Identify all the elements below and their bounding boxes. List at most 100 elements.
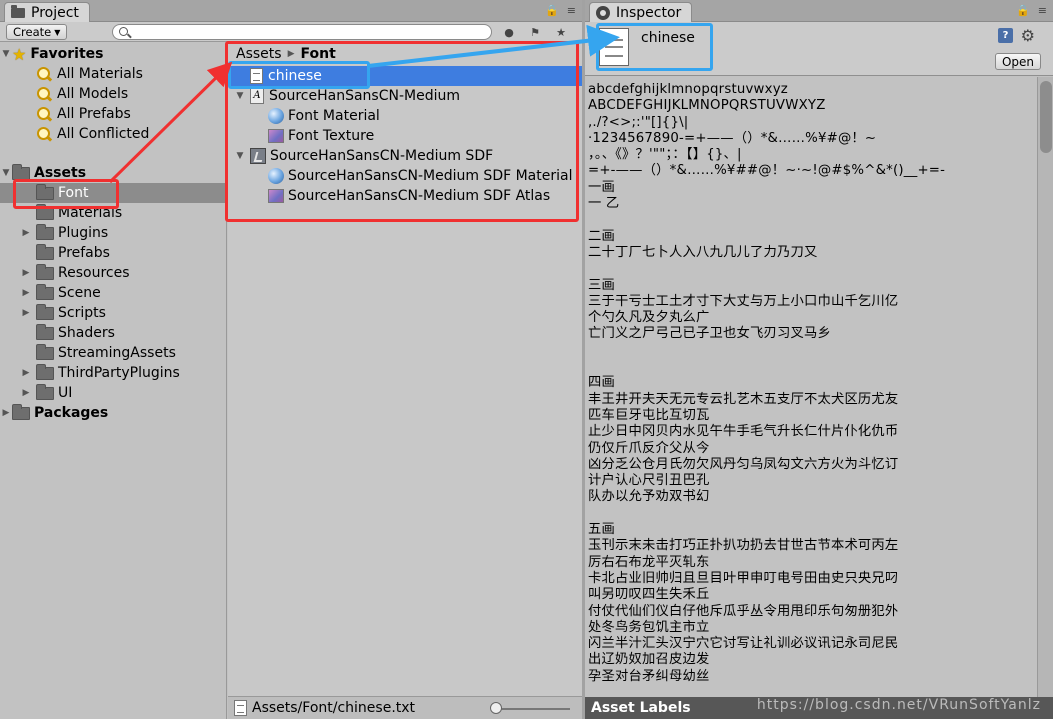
folder-icon [36,363,54,380]
folder-icon [36,323,54,340]
file-item-chinese[interactable]: chinese [228,66,582,86]
text-preview-content: abcdefghijklmnopqrstuvwxyz ABCDEFGHIJKLM… [588,82,946,684]
file-item-font-texture[interactable]: Font Texture [228,126,582,146]
sdf-font-asset-icon [250,148,266,164]
menu-icon[interactable]: ≡ [567,4,576,17]
folder-icon [36,303,54,320]
create-button[interactable]: Create ▼ [6,24,68,40]
text-asset-icon [599,28,629,66]
expand-arrow-icon[interactable]: ▶ [20,388,32,398]
vertical-scrollbar[interactable] [1037,77,1053,697]
breadcrumb-font[interactable]: Font [300,46,335,62]
search-filter-icon [36,106,52,122]
tree-item-label: All Conflicted [57,126,150,142]
tree-item-label: Prefabs [58,245,110,261]
tree-item-assets[interactable]: ▼ Assets [0,163,226,183]
expand-arrow-icon[interactable]: ▼ [234,151,246,161]
file-item-label: Font Material [288,108,380,124]
star-icon: ★ [12,44,27,64]
inspector-tabbar: Inspector 🔒 ≡ [585,0,1053,22]
project-toolbar: Create ▼ ● ⚑ ★ [0,22,582,42]
tree-item-streamingassets[interactable]: StreamingAssets [0,343,226,363]
tab-project-label: Project [31,4,79,21]
expand-arrow-icon[interactable]: ▶ [20,368,32,378]
tree-item-all-materials[interactable]: All Materials [0,64,226,84]
expand-arrow-icon[interactable]: ▼ [0,168,12,178]
tree-item-label: ThirdPartyPlugins [58,365,180,381]
help-icon[interactable]: ? [998,28,1013,43]
breadcrumb-assets[interactable]: Assets [236,46,282,62]
tree-item-scene[interactable]: ▶ Scene [0,283,226,303]
inspector-window: Inspector 🔒 ≡ chinese ? ⚙ Open abcdefghi… [585,0,1053,719]
material-sphere-icon [268,168,284,184]
search-by-type-icon[interactable]: ● [498,24,520,40]
tree-item-all-conflicted[interactable]: All Conflicted [0,124,226,144]
file-item-sdf-material[interactable]: SourceHanSansCN-Medium SDF Material [228,166,582,186]
tree-item-label: Font [58,185,89,201]
search-by-label-icon[interactable]: ⚑ [524,24,546,40]
folder-icon [36,283,54,300]
lock-icon[interactable]: 🔒 [545,4,559,17]
gear-icon[interactable]: ⚙ [1021,26,1035,45]
tree-item-ui[interactable]: ▶ UI [0,383,226,403]
search-icon [119,27,128,36]
tree-item-shaders[interactable]: Shaders [0,323,226,343]
favorites-label: Favorites [30,46,104,62]
tree-item-thirdpartyplugins[interactable]: ▶ ThirdPartyPlugins [0,363,226,383]
search-filter-icon [36,126,52,142]
folder-icon [12,403,30,420]
tree-item-label: All Models [57,86,129,102]
tree-item-label: Scripts [58,305,106,321]
tree-item-packages[interactable]: ▶ Packages [0,403,226,423]
file-item-font[interactable]: ▼ A SourceHanSansCN-Medium [228,86,582,106]
expand-arrow-icon[interactable]: ▶ [0,408,12,418]
lock-icon[interactable]: 🔒 [1016,4,1030,17]
search-filter-icon [36,66,52,82]
tree-item-materials[interactable]: Materials [0,203,226,223]
tab-inspector-label: Inspector [616,4,682,21]
folder-icon [11,4,25,19]
menu-icon[interactable]: ≡ [1038,4,1047,17]
expand-arrow-icon[interactable]: ▼ [234,91,246,101]
open-button[interactable]: Open [994,53,1041,70]
tab-project[interactable]: Project [4,2,90,22]
packages-label: Packages [34,405,109,421]
favorite-star-icon[interactable]: ★ [550,24,572,40]
zoom-slider-handle[interactable] [490,702,502,714]
tab-inspector[interactable]: Inspector [589,2,693,22]
inspector-title: chinese [641,30,695,46]
inspector-icon [596,5,610,20]
search-filter-icon [36,86,52,102]
tree-item-all-models[interactable]: All Models [0,84,226,104]
tree-item-prefabs[interactable]: Prefabs [0,243,226,263]
tree-item-label: StreamingAssets [58,345,176,361]
tree-item-font[interactable]: Font [0,183,226,203]
status-path: Assets/Font/chinese.txt [252,700,416,716]
file-item-font-material[interactable]: Font Material [228,106,582,126]
tree-item-scripts[interactable]: ▶ Scripts [0,303,226,323]
asset-labels-label: Asset Labels [591,700,691,716]
create-button-label: Create [13,25,52,39]
tree-item-plugins[interactable]: ▶ Plugins [0,223,226,243]
expand-arrow-icon[interactable]: ▼ [0,49,12,59]
text-preview: abcdefghijklmnopqrstuvwxyz ABCDEFGHIJKLM… [585,77,1037,697]
tree-item-all-prefabs[interactable]: All Prefabs [0,104,226,124]
expand-arrow-icon[interactable]: ▶ [20,308,32,318]
expand-arrow-icon[interactable]: ▶ [20,268,32,278]
expand-arrow-icon[interactable]: ▶ [20,228,32,238]
scrollbar-thumb[interactable] [1040,81,1052,153]
zoom-slider-track[interactable] [492,708,570,710]
tree-item-resources[interactable]: ▶ Resources [0,263,226,283]
tree-item-favorites[interactable]: ▼ ★ Favorites [0,44,226,64]
file-list: Assets ▶ Font chinese ▼ A SourceHanSansC… [228,42,582,719]
folder-icon [36,343,54,360]
folder-icon [36,263,54,280]
file-item-sdf-atlas[interactable]: SourceHanSansCN-Medium SDF Atlas [228,186,582,206]
breadcrumb: Assets ▶ Font [236,46,336,62]
file-item-sdf[interactable]: ▼ SourceHanSansCN-Medium SDF [228,146,582,166]
tree-item-label: UI [58,385,73,401]
expand-arrow-icon[interactable]: ▶ [20,288,32,298]
search-input[interactable] [112,24,492,40]
folder-icon [36,183,54,200]
folder-icon [36,383,54,400]
